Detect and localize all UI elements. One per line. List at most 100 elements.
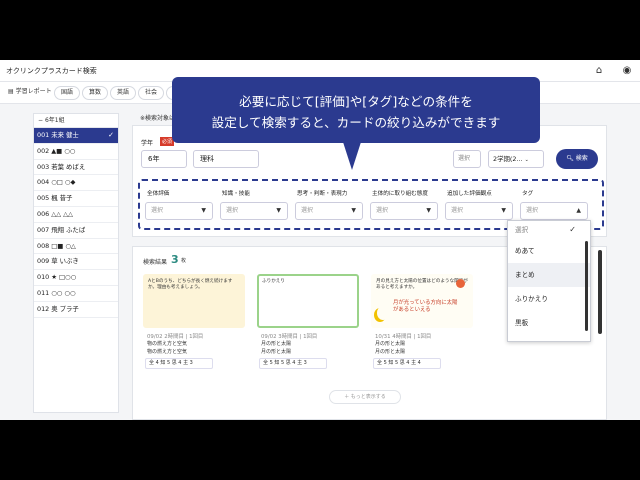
check-icon: ✓ [108, 131, 114, 139]
results-label: 検索結果 [143, 259, 168, 266]
tab-social[interactable]: 社会 [138, 86, 165, 100]
student-row[interactable]: 003 若葉 めばえ [34, 160, 118, 176]
card-unit: 月の形と太陽 [375, 341, 406, 347]
callout-tail [343, 142, 361, 170]
search-button[interactable]: 🔍︎ 検索 [556, 149, 598, 169]
sun-icon [456, 279, 465, 288]
select-placeholder: 選択 [151, 207, 164, 214]
term-select[interactable]: 2学期(2... ⌄ [488, 150, 544, 168]
card-unit: 月の形と太陽 [261, 341, 292, 347]
criteria-select[interactable]: 選択 ▼ [295, 202, 363, 220]
criteria-label: 追加した評価観点 [447, 191, 492, 197]
tag-option[interactable]: めあて [508, 239, 590, 263]
select-placeholder: 選択 [376, 207, 389, 214]
thumbnail-overlay-text: 月が光っている方向に太陽があるといえる [393, 300, 458, 313]
card-thumbnail: AとBのうち、どちらが長く燃え続けますか。理由も考えましょう。 [143, 274, 245, 328]
student-name: 002 ▲■ ○○ [37, 146, 76, 155]
tab-japanese[interactable]: 国語 [54, 86, 81, 100]
tag-option[interactable]: まとめ [508, 263, 590, 287]
card-evaluation: 全 5 知 5 思 4 主 4 [373, 358, 441, 369]
student-name: 001 未来 健士 [37, 131, 79, 139]
tag-dropdown: 選択 ✓ めあて まとめ ふりかえり 黒板 [507, 220, 591, 342]
criteria-select[interactable]: 選択 ▼ [145, 202, 213, 220]
dropdown-scrollbar[interactable] [585, 241, 588, 331]
caret-down-icon: ▼ [351, 207, 356, 214]
criteria-select[interactable]: 選択 ▼ [220, 202, 288, 220]
card-unit: 月の形と太陽 [375, 349, 406, 355]
student-row[interactable]: 012 奥 プラ子 [34, 302, 118, 318]
student-row[interactable]: 006 △△ △△ [34, 207, 118, 223]
card-date: 10/31 4時間目 | 1回目 [375, 334, 432, 340]
criteria-label: タグ [522, 191, 534, 197]
student-row[interactable]: 005 楓 昔子 [34, 191, 118, 207]
class-header: − 6年1組 [34, 114, 118, 128]
student-row[interactable]: 010 ★ □○○ [34, 270, 118, 286]
card-unit: 物の燃え方と空気 [147, 349, 188, 355]
card-unit: 月の形と太陽 [261, 349, 292, 355]
select-placeholder: 選択 [526, 207, 539, 214]
tag-option-selected[interactable]: 選択 ✓ [508, 221, 590, 239]
student-row[interactable]: 001 未来 健士 ✓ [34, 128, 118, 144]
student-name: 010 ★ □○○ [37, 273, 77, 282]
result-card[interactable]: ふりかえり 09/02 3時間目 | 1回目 月の形と太陽 月の形と太陽全 5 知 5… [257, 274, 359, 378]
tab-math[interactable]: 算数 [82, 86, 109, 100]
criteria-label: 全体評価 [147, 191, 170, 197]
select-placeholder: 選択 [301, 207, 314, 214]
student-row[interactable]: 011 ○○ ○○ [34, 286, 118, 302]
caret-down-icon: ▼ [426, 207, 431, 214]
results-unit: 枚 [181, 258, 187, 264]
card-unit: 物の燃え方と空気 [147, 341, 188, 347]
student-name: 011 ○○ ○○ [37, 288, 76, 297]
card-thumbnail: ふりかえり [257, 274, 359, 328]
search-icon: 🔍︎ [566, 155, 574, 162]
card-evaluation: 全 5 知 5 思 4 主 3 [259, 358, 327, 369]
caret-down-icon: ▼ [276, 207, 281, 214]
tab-english[interactable]: 英語 [110, 86, 137, 100]
results-scrollbar[interactable] [598, 250, 602, 334]
callout-line-1: 必要に応じて[評価]や[タグ]などの条件を [239, 94, 473, 109]
student-row[interactable]: 007 飛翔 ふたば [34, 223, 118, 239]
student-name: 005 楓 昔子 [37, 194, 73, 203]
show-more-button[interactable]: ＋ もっと表示する [329, 390, 401, 404]
tag-option[interactable]: ふりかえり [508, 287, 590, 311]
caret-down-icon: ▼ [501, 207, 506, 214]
moon-icon [377, 306, 389, 320]
criteria-label: 思考・判断・表現力 [297, 191, 348, 197]
student-name: 009 草 いぶき [37, 257, 79, 266]
card-date: 09/02 2時間目 | 1回目 [147, 334, 204, 340]
tag-option[interactable]: 黒板 [508, 311, 590, 335]
student-name: 006 △△ △△ [37, 209, 73, 218]
select-placeholder: 選択 [451, 207, 464, 214]
home-icon[interactable]: ⌂ [592, 64, 606, 78]
subject-select[interactable]: 理科 [193, 150, 259, 168]
caret-up-icon: ▲ [576, 207, 581, 214]
student-name: 004 ○□ ○◆ [37, 178, 76, 187]
account-icon[interactable]: ◉ [620, 64, 634, 78]
student-row[interactable]: 009 草 いぶき [34, 254, 118, 271]
grade-select[interactable]: 6年 [141, 150, 187, 168]
criteria-select[interactable]: 選択 ▼ [370, 202, 438, 220]
caret-down-icon: ▼ [201, 207, 206, 214]
student-row[interactable]: 008 □■ ○△ [34, 239, 118, 255]
result-card[interactable]: 月の見え方と太陽の位置はどのような関係があると考えますか。 月が光っている方向に太… [371, 274, 473, 378]
student-name: 012 奥 プラ子 [37, 304, 79, 313]
search-hint: ※検索対象は [140, 115, 176, 122]
app-screen: オクリンクプラスカード検索 ⌂ ◉ ▤ 学習レポート 国語 算数 英語 社会 理… [0, 60, 640, 420]
check-icon: ✓ [569, 225, 576, 234]
student-name: 007 飛翔 ふたば [37, 225, 86, 234]
student-row[interactable]: 002 ▲■ ○○ [34, 144, 118, 160]
app-title: オクリンクプラスカード検索 [6, 67, 97, 75]
tab-report[interactable]: ▤ 学習レポート [2, 86, 58, 100]
thumbnail-text: ふりかえり [262, 279, 285, 284]
student-name: 008 □■ ○△ [37, 241, 76, 250]
criteria-select[interactable]: 選択 ▼ [445, 202, 513, 220]
criteria-select[interactable]: 選択 ▲ [520, 202, 588, 220]
unit-select[interactable]: 選択 [453, 150, 481, 168]
criteria-label: 主体的に取り組む態度 [372, 191, 428, 197]
results-count: 3 [171, 253, 179, 266]
callout-line-2: 設定して検索すると、カードの絞り込みができます [211, 115, 501, 130]
result-card[interactable]: AとBのうち、どちらが長く燃え続けますか。理由も考えましょう。 09/02 2時間… [143, 274, 245, 378]
student-row[interactable]: 004 ○□ ○◆ [34, 175, 118, 192]
thumbnail-text: AとBのうち、どちらが長く燃え続けますか。理由も考えましょう。 [148, 279, 233, 290]
student-list: − 6年1組 001 未来 健士 ✓ 002 ▲■ ○○ 003 若葉 めばえ 004 … [33, 113, 119, 413]
